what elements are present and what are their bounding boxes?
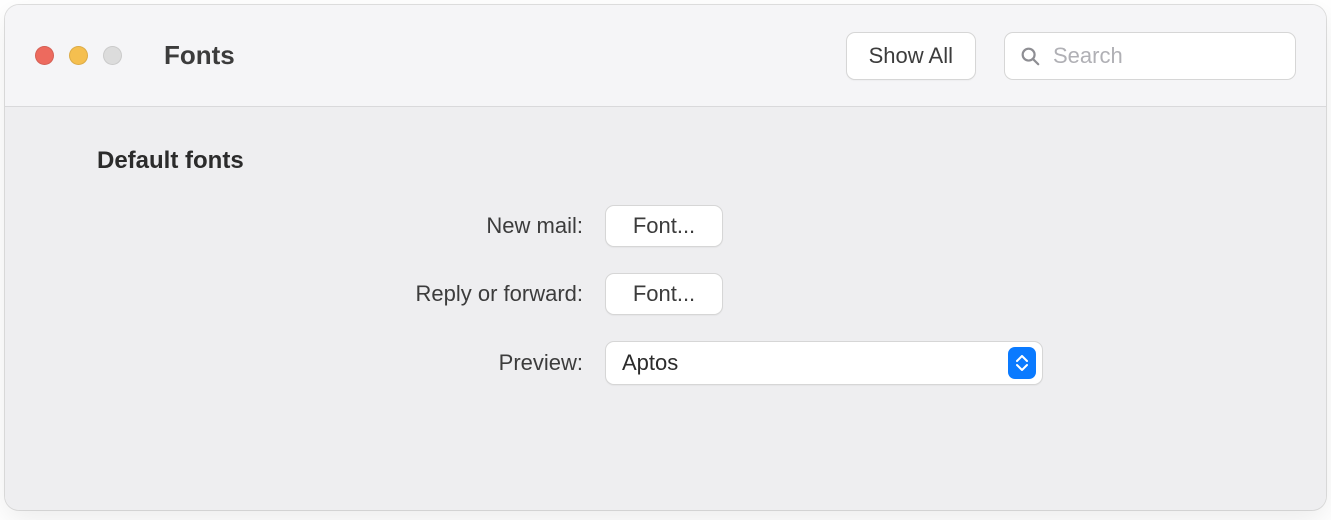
reply-forward-font-button[interactable]: Font...: [605, 273, 723, 315]
updown-arrows-icon: [1008, 347, 1036, 379]
preview-label: Preview:: [85, 350, 605, 376]
search-icon: [1019, 45, 1041, 67]
search-input[interactable]: [1053, 43, 1281, 69]
default-fonts-form: New mail: Font... Reply or forward: Font…: [85, 205, 1246, 385]
content-area: Default fonts New mail: Font... Reply or…: [5, 107, 1326, 510]
show-all-button[interactable]: Show All: [846, 32, 976, 80]
preview-font-value: Aptos: [622, 350, 678, 376]
window-title: Fonts: [164, 40, 235, 71]
new-mail-label: New mail:: [85, 213, 605, 239]
zoom-window-button[interactable]: [103, 46, 122, 65]
preview-font-select[interactable]: Aptos: [605, 341, 1043, 385]
close-window-button[interactable]: [35, 46, 54, 65]
reply-forward-font-button-label: Font...: [633, 281, 695, 307]
traffic-lights: [35, 46, 122, 65]
minimize-window-button[interactable]: [69, 46, 88, 65]
titlebar: Fonts Show All: [5, 5, 1326, 107]
search-field[interactable]: [1004, 32, 1296, 80]
preferences-window: Fonts Show All Default fonts New mail: F…: [5, 5, 1326, 510]
new-mail-font-button[interactable]: Font...: [605, 205, 723, 247]
show-all-label: Show All: [869, 43, 953, 69]
new-mail-font-button-label: Font...: [633, 213, 695, 239]
reply-forward-label: Reply or forward:: [85, 281, 605, 307]
section-title: Default fonts: [97, 147, 1246, 175]
